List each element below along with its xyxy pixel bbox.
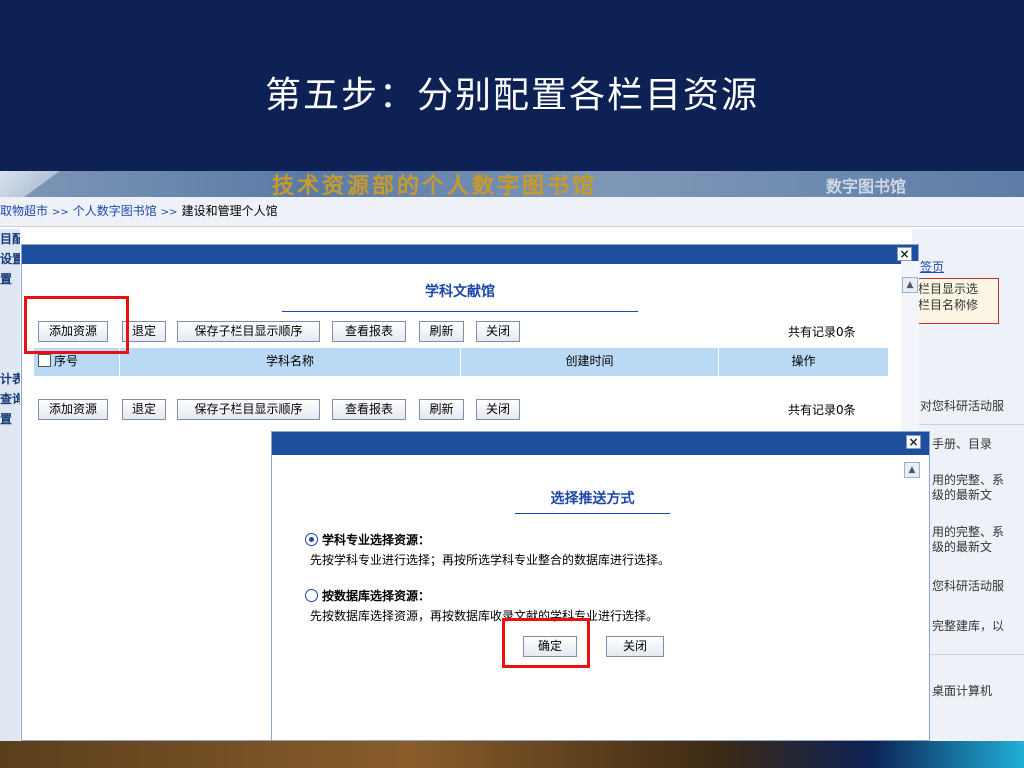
right-row-text: 手册、目录 [932, 437, 993, 451]
breadcrumb-current: 建设和管理个人馆 [181, 204, 278, 218]
left-nav-item[interactable]: 置 [0, 409, 20, 429]
left-nav: 目配置 设置 置 计表 查询 置 [0, 229, 20, 741]
title-underline [282, 311, 638, 312]
push-method-dialog: × ▲ 选择推送方式 学科专业选择资源： 先按学科专业进行选择；再按所选学科专业… [271, 431, 930, 741]
site-logo [0, 171, 60, 197]
row-divider [912, 424, 1024, 425]
dialog-title: 选择推送方式 [550, 491, 635, 507]
right-row-text: 级的最新文 [932, 488, 993, 502]
option-description: 先按数据库选择资源，再按数据库收录文献的学科专业进行选择。 [310, 609, 659, 623]
right-row-text: 级的最新文 [932, 540, 993, 554]
left-nav-item[interactable]: 设置 [0, 249, 20, 269]
left-nav-item[interactable] [0, 289, 20, 309]
close-icon[interactable]: × [897, 247, 912, 261]
refresh-button[interactable]: 刷新 [419, 399, 464, 420]
save-order-button[interactable]: 保存子栏目显示顺序 [177, 321, 320, 342]
breadcrumb-item-library[interactable]: 个人数字图书馆 [73, 204, 157, 218]
highlight-confirm [502, 618, 590, 668]
column-header-actions: 操作 [791, 354, 816, 368]
banner-title: 技术资源部的个人数字图书馆 [272, 173, 598, 199]
left-nav-item[interactable] [0, 309, 20, 329]
left-nav-item[interactable] [0, 349, 20, 369]
right-row-text: 桌面计算机 [932, 684, 993, 698]
left-nav-item[interactable]: 目配置 [0, 229, 20, 249]
dialog-titlebar: × [272, 432, 929, 455]
breadcrumb-separator: >> [52, 207, 69, 218]
right-row-text: 您科研活动服 [932, 579, 1005, 593]
close-button[interactable]: 关闭 [476, 399, 520, 420]
notice-line: 栏目名称修 [918, 298, 979, 312]
record-count: 共有记录0条 [788, 403, 856, 417]
left-nav-item[interactable]: 置 [0, 269, 20, 289]
slide-footer-band [0, 741, 1024, 768]
save-order-button[interactable]: 保存子栏目显示顺序 [177, 399, 320, 420]
left-nav-item[interactable]: 计表 [0, 369, 20, 389]
banner-right-title: 数字图书馆 [826, 177, 907, 196]
column-header-created: 创建时间 [461, 348, 719, 376]
dialog-titlebar: × [22, 245, 918, 264]
option-description: 先按学科专业进行选择；再按所选学科专业整合的数据库进行选择。 [310, 553, 671, 567]
highlight-add-resource [24, 296, 129, 354]
refresh-button[interactable]: 刷新 [419, 321, 464, 342]
breadcrumb-item-supermarket[interactable]: 取物超市 [0, 204, 48, 218]
view-report-button[interactable]: 查看报表 [332, 321, 406, 342]
scroll-up-icon[interactable]: ▲ [904, 462, 920, 478]
right-row-text: 对您科研活动服 [920, 399, 1005, 413]
radio-selected-icon[interactable] [305, 533, 318, 546]
option-title: 按数据库选择资源： [322, 589, 431, 603]
tab-link[interactable]: 签页 [920, 260, 944, 275]
breadcrumb-separator: >> [160, 207, 178, 218]
breadcrumb: 取物超市 >> 个人数字图书馆 >> 建设和管理个人馆 [0, 197, 1024, 227]
column-header-label: 序号 [54, 354, 79, 368]
left-nav-item[interactable] [0, 329, 20, 349]
slide-title: 第五步：分别配置各栏目资源 [264, 75, 759, 116]
right-row-text: 用的完整、系 [932, 525, 1005, 539]
close-button[interactable]: 关闭 [606, 636, 664, 657]
close-icon[interactable]: × [906, 435, 921, 449]
radio-unselected-icon[interactable] [305, 589, 318, 602]
notice-box: 栏目显示选 栏目名称修 [915, 278, 999, 324]
site-banner: 技术资源部的个人数字图书馆 数字图书馆 [0, 171, 1024, 199]
record-count: 共有记录0条 [788, 325, 856, 339]
select-all-checkbox[interactable] [38, 354, 51, 367]
column-header-subject: 学科名称 [120, 348, 461, 376]
revert-button[interactable]: 退定 [122, 399, 166, 420]
option-title: 学科专业选择资源： [322, 533, 431, 547]
right-row-text: 用的完整、系 [932, 473, 1005, 487]
left-nav-item[interactable]: 查询 [0, 389, 20, 409]
table-header: 序号 学科名称 创建时间 操作 [34, 348, 888, 376]
view-report-button[interactable]: 查看报表 [332, 399, 406, 420]
option-by-subject[interactable]: 学科专业选择资源： [305, 531, 430, 548]
add-resource-button[interactable]: 添加资源 [38, 399, 108, 420]
right-row-text: 完整建库，以 [932, 619, 1005, 633]
notice-line: 栏目显示选 [918, 282, 979, 296]
dialog-title: 学科文献馆 [425, 284, 495, 300]
close-button[interactable]: 关闭 [476, 321, 520, 342]
option-by-database[interactable]: 按数据库选择资源： [305, 587, 430, 604]
title-underline [515, 513, 670, 514]
scroll-up-icon[interactable]: ▲ [902, 277, 918, 293]
